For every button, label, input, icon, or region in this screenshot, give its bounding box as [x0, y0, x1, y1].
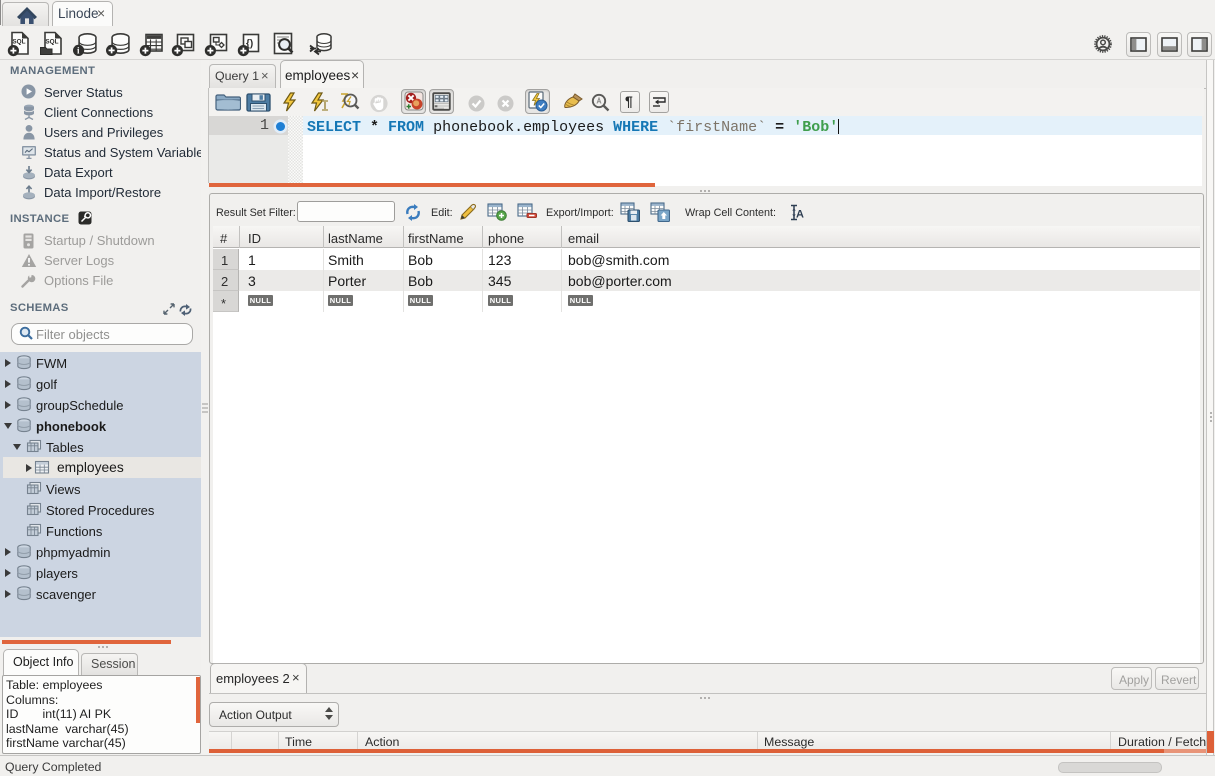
svg-text:SQL: SQL — [45, 38, 58, 45]
svg-text:A: A — [796, 209, 804, 221]
svg-text:SQL: SQL — [12, 38, 25, 45]
